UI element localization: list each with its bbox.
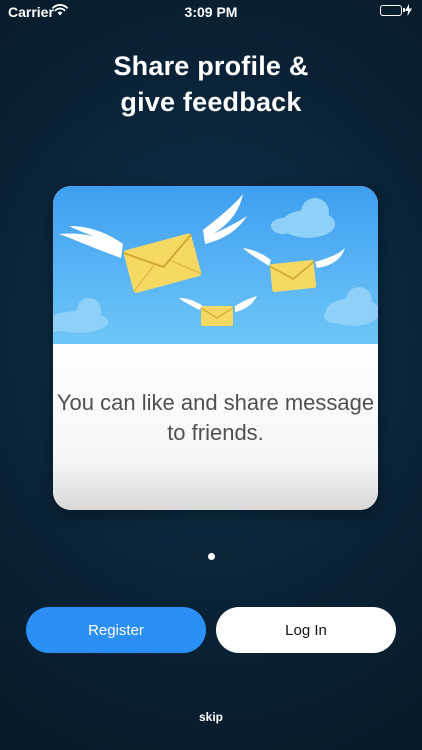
battery-charging-icon: [380, 4, 412, 16]
register-button[interactable]: Register: [26, 607, 206, 653]
login-button[interactable]: Log In: [216, 607, 396, 653]
flying-envelopes-illustration: [53, 186, 378, 344]
status-time: 3:09 PM: [184, 4, 238, 20]
card-message-area: You can like and share message to friend…: [53, 344, 378, 510]
page-dot-2[interactable]: [207, 553, 215, 560]
page-title-line-2: give feedback: [120, 87, 302, 117]
page-dot-1[interactable]: [192, 553, 200, 560]
page-dot-3[interactable]: [222, 553, 230, 560]
page-title-line-1: Share profile &: [113, 51, 309, 81]
onboarding-card: You can like and share message to friend…: [53, 186, 378, 510]
status-bar: Carrier 3:09 PM: [0, 0, 422, 24]
skip-button[interactable]: skip: [0, 710, 422, 724]
page-title: Share profile & give feedback: [0, 48, 422, 120]
page-indicator[interactable]: [0, 553, 422, 560]
card-message: You can like and share message to friend…: [56, 390, 375, 445]
